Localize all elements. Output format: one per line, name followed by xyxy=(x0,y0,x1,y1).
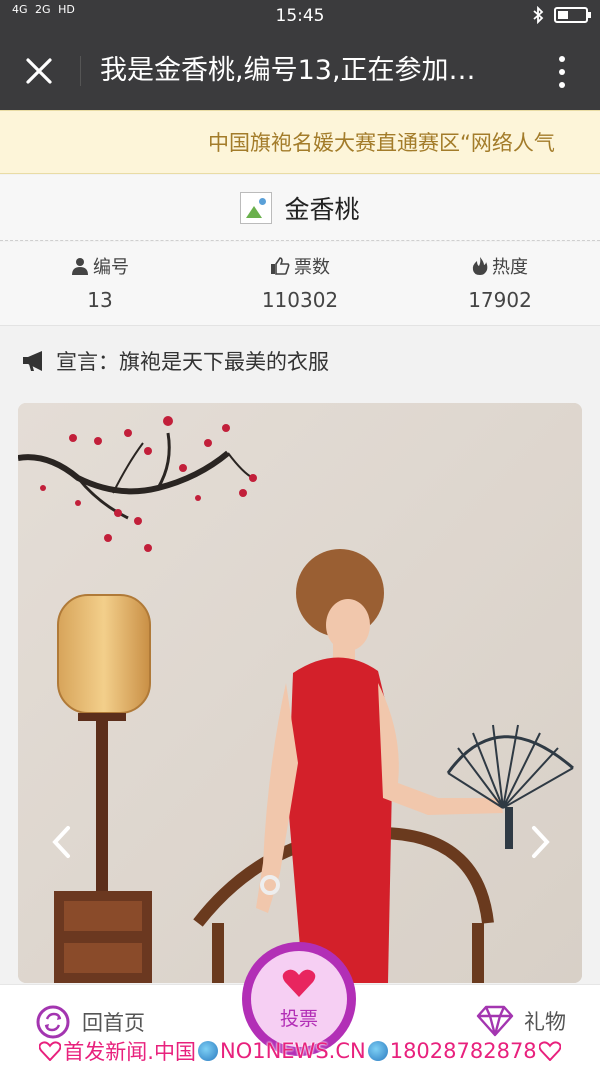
title-bar: 我是金香桃,编号13,正在参加… xyxy=(0,32,600,110)
heart-icon xyxy=(39,1041,62,1061)
heart-icon xyxy=(282,969,316,997)
heart-icon xyxy=(538,1041,561,1061)
more-dot-icon xyxy=(559,82,565,88)
watermark: 首发新闻.中国 NO1NEWS.CN 18028782878 xyxy=(0,1036,600,1066)
globe-icon xyxy=(197,1041,218,1061)
globe-icon xyxy=(367,1041,388,1061)
watermark-text-3: 18028782878 xyxy=(389,1039,537,1063)
megaphone-icon xyxy=(23,351,42,371)
avatar xyxy=(240,191,273,224)
title-divider xyxy=(80,56,81,86)
photo-illustration xyxy=(18,403,582,983)
page-title: 我是金香桃,编号13,正在参加… xyxy=(100,55,476,86)
battery-icon xyxy=(554,7,591,23)
bluetooth-icon xyxy=(533,6,544,24)
notice-marquee: 中国旗袍名媛大赛直通赛区“网络人气 xyxy=(0,110,600,174)
stat-label: 热度 xyxy=(492,257,528,278)
stat-value: 13 xyxy=(87,288,113,312)
stat-votes: 票数 110302 xyxy=(200,242,400,325)
stat-value: 17902 xyxy=(468,288,532,312)
vote-label: 投票 xyxy=(279,1007,318,1030)
flame-icon xyxy=(472,257,488,275)
contestant-photo[interactable] xyxy=(18,403,582,983)
refresh-home-icon xyxy=(36,1005,70,1039)
status-bar: 4G 2G HD 15:45 xyxy=(0,0,600,32)
stats-panel: 编号 13 票数 110302 热度 17902 xyxy=(0,242,600,326)
stat-label: 票数 xyxy=(294,257,330,278)
more-dot-icon xyxy=(559,69,565,75)
next-photo-button[interactable] xyxy=(526,822,556,862)
contestant-header: 金香桃 xyxy=(0,175,600,241)
thumbs-up-icon xyxy=(271,257,290,275)
chevron-right-icon xyxy=(532,826,550,858)
contestant-name: 金香桃 xyxy=(284,194,360,224)
watermark-text-2: NO1NEWS.CN xyxy=(219,1039,366,1063)
declaration-text: 宣言：旗袍是天下最美的衣服 xyxy=(56,350,329,374)
user-icon xyxy=(72,258,88,275)
stat-value: 110302 xyxy=(261,288,339,312)
watermark-text-1: 首发新闻.中国 xyxy=(63,1040,196,1064)
close-icon xyxy=(26,58,52,84)
stat-heat: 热度 17902 xyxy=(400,242,600,325)
more-dot-icon xyxy=(559,56,565,62)
status-time: 15:45 xyxy=(275,6,325,26)
diamond-icon xyxy=(476,1005,514,1037)
stat-label: 编号 xyxy=(93,257,129,278)
more-menu-button[interactable] xyxy=(554,52,570,92)
prev-photo-button[interactable] xyxy=(46,822,76,862)
chevron-left-icon xyxy=(52,826,70,858)
gift-label: 礼物 xyxy=(524,1010,566,1034)
marquee-text: 中国旗袍名媛大赛直通赛区“网络人气 xyxy=(208,131,555,155)
close-button[interactable] xyxy=(16,50,62,92)
gift-button[interactable]: 礼物 xyxy=(476,1005,566,1037)
home-label: 回首页 xyxy=(82,1011,145,1035)
declaration: 宣言：旗袍是天下最美的衣服 xyxy=(22,346,329,376)
stat-number: 编号 13 xyxy=(0,242,200,325)
home-button[interactable]: 回首页 xyxy=(36,1005,145,1039)
